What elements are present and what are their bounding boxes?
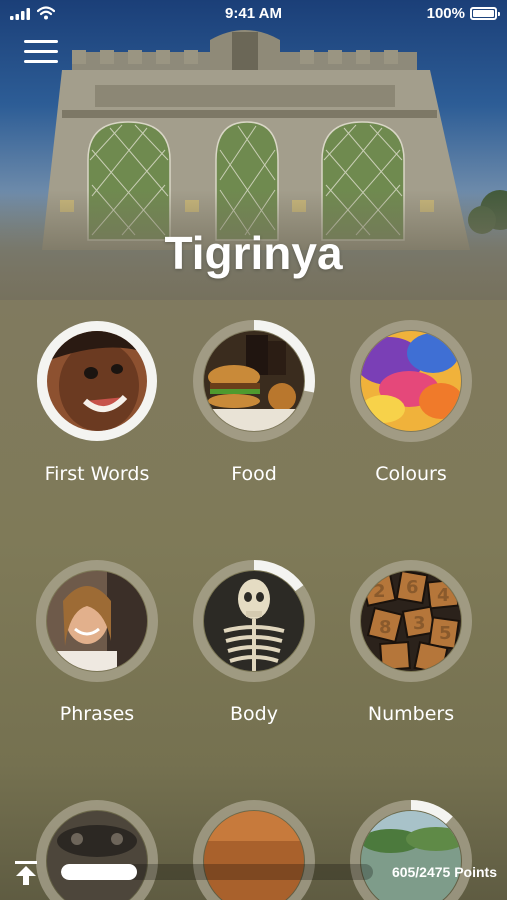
topic-label: Body [230, 703, 278, 725]
topic-colours[interactable]: Colours [331, 319, 491, 485]
svg-text:5: 5 [439, 623, 452, 644]
topic-body[interactable]: Body [174, 559, 334, 725]
topic-progress-ring [349, 319, 473, 443]
battery-percent: 100% [426, 5, 465, 22]
first-words-image [47, 331, 147, 431]
topic-progress-ring [35, 319, 159, 443]
hamburger-icon-line [24, 40, 58, 43]
svg-text:3: 3 [413, 613, 426, 634]
app-screen: 9:41 AM 100% Tigrinya First Words Food C… [0, 0, 507, 900]
phrases-image [47, 571, 147, 671]
numbers-image: 264 835 [361, 571, 461, 671]
hamburger-icon-line [24, 60, 58, 63]
topic-progress-ring [192, 559, 316, 683]
topic-label: First Words [44, 463, 150, 485]
food-image [204, 331, 304, 431]
topic-label: Colours [375, 463, 447, 485]
svg-text:6: 6 [406, 577, 419, 598]
bottom-bar: 605/2475 Points [0, 848, 507, 900]
points-progress-bar [61, 864, 373, 880]
topic-numbers[interactable]: 264 835 Numbers [331, 559, 491, 725]
points-label: 605/2475 Points [391, 864, 497, 880]
topic-progress-ring [192, 319, 316, 443]
colours-image [361, 331, 461, 431]
topic-phrases[interactable]: Phrases [17, 559, 177, 725]
menu-button[interactable] [24, 40, 58, 66]
language-title: Tigrinya [164, 227, 343, 279]
topic-food[interactable]: Food [174, 319, 334, 485]
topic-progress-ring: 264 835 [349, 559, 473, 683]
topic-first-words[interactable]: First Words [17, 319, 177, 485]
topic-label: Food [231, 463, 277, 485]
status-bar: 9:41 AM 100% [0, 0, 507, 28]
svg-text:4: 4 [437, 585, 450, 606]
hamburger-icon-line [24, 50, 58, 53]
topic-label: Phrases [59, 703, 135, 725]
battery-icon [470, 7, 500, 20]
topic-label: Numbers [367, 703, 455, 725]
scroll-to-top-icon[interactable] [14, 860, 38, 886]
svg-text:8: 8 [379, 617, 392, 638]
topic-progress-ring [35, 559, 159, 683]
body-image [204, 571, 304, 671]
points-progress-fill [61, 864, 138, 880]
